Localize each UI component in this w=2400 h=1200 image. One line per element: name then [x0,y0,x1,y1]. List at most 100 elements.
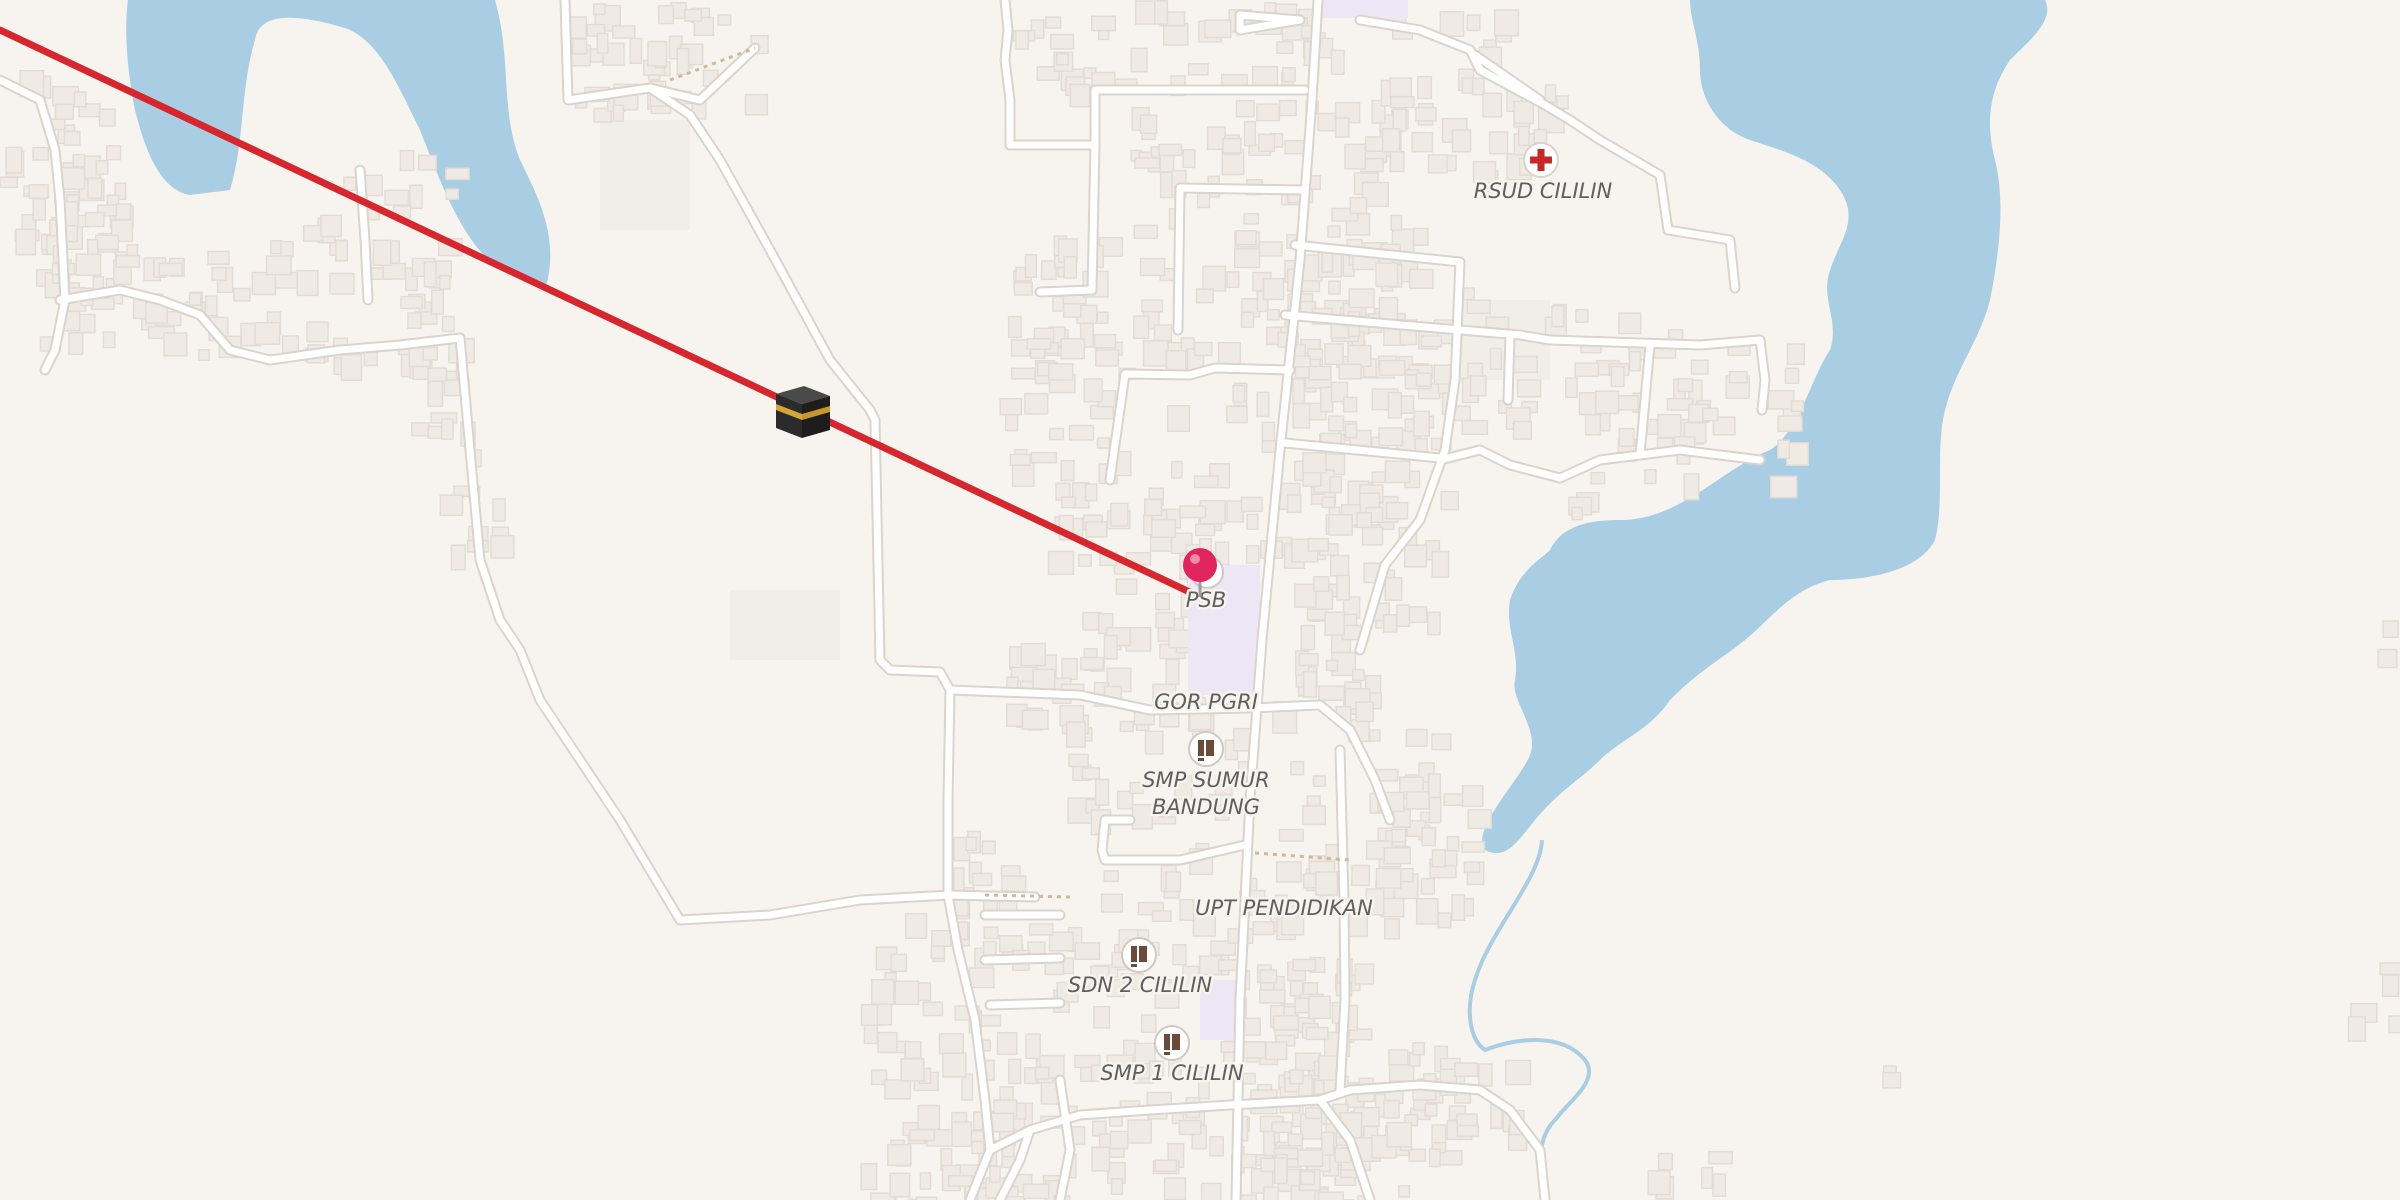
building [1375,867,1402,889]
building [1461,785,1484,807]
building [1133,224,1159,240]
building [1466,14,1481,32]
building [1398,1184,1411,1198]
building [1700,1166,1714,1189]
building [1329,554,1350,577]
building [254,321,281,345]
building [1770,475,1798,499]
building [1302,805,1327,826]
building [1294,997,1310,1014]
building [1396,604,1411,628]
building [1644,469,1657,485]
building [1024,392,1049,415]
building [1417,75,1433,100]
building [2379,962,2400,976]
building [592,3,606,16]
building [1263,1186,1279,1200]
building [877,1031,898,1054]
building [1165,350,1187,372]
building [1351,668,1365,682]
building [1049,427,1065,441]
building [1165,658,1180,685]
building [1415,897,1439,925]
building [445,188,459,201]
kaaba-icon[interactable] [776,386,830,438]
building [68,332,84,356]
building [1074,942,1101,961]
building [1020,642,1047,667]
building [1318,685,1345,701]
building [1767,389,1795,410]
building [343,176,357,191]
building [1015,29,1029,50]
building [1786,343,1806,366]
building [1488,131,1509,155]
building [1240,1041,1267,1059]
building [1007,1058,1022,1085]
building [1463,861,1481,874]
building [1084,483,1098,502]
building [1302,452,1327,474]
building [1055,53,1070,66]
building [1077,554,1092,568]
building [1325,659,1339,672]
building [1182,148,1196,169]
building [922,1001,944,1017]
building [1313,576,1330,593]
building [1155,611,1176,629]
map-canvas[interactable]: RSUD CILILIN PSB GOR PGRI SMP SUMUR BAND… [0,0,2400,1200]
building [1286,494,1302,514]
poi-label-psb: PSB [1186,588,1226,612]
building [1109,1130,1129,1150]
building [1728,370,1748,384]
building [1153,324,1173,342]
building [1565,377,1578,399]
building [1144,730,1164,755]
building [1443,793,1465,807]
building [1292,958,1316,972]
building [1130,47,1148,73]
building [1115,578,1138,596]
building [1289,1069,1304,1085]
building [1424,1103,1438,1117]
building [1021,709,1049,730]
building [961,1073,974,1101]
building [1392,108,1407,132]
building [1153,0,1169,25]
building [1451,129,1472,153]
building [1069,83,1091,108]
building [207,250,230,266]
building [1551,305,1565,328]
poi-label-smp-sumur-line1: SMP SUMUR [1142,768,1270,792]
building [1103,870,1120,883]
building [1428,796,1442,824]
building [1209,1136,1225,1157]
building [1328,280,1341,295]
building [1342,396,1358,413]
building [1273,1157,1288,1185]
school-icon[interactable] [1188,731,1224,767]
building [1258,133,1276,153]
building [1308,995,1331,1020]
hospital-cross-icon[interactable] [1523,142,1559,178]
building [1482,92,1503,118]
building [1690,359,1709,375]
building [1195,288,1214,304]
building [1489,347,1503,370]
building [1163,1177,1187,1200]
building [1383,918,1400,940]
building [1335,117,1350,138]
building [1456,1124,1480,1138]
building [427,379,444,408]
school-icon[interactable] [1154,1025,1190,1061]
building [1308,365,1332,381]
building [422,346,439,361]
building [1013,281,1033,296]
school-icon[interactable] [1121,937,1157,973]
building [1347,344,1372,368]
building [1127,1119,1152,1144]
building [998,934,1023,953]
building [1327,225,1341,238]
building [2381,974,2400,997]
building [1085,521,1108,538]
